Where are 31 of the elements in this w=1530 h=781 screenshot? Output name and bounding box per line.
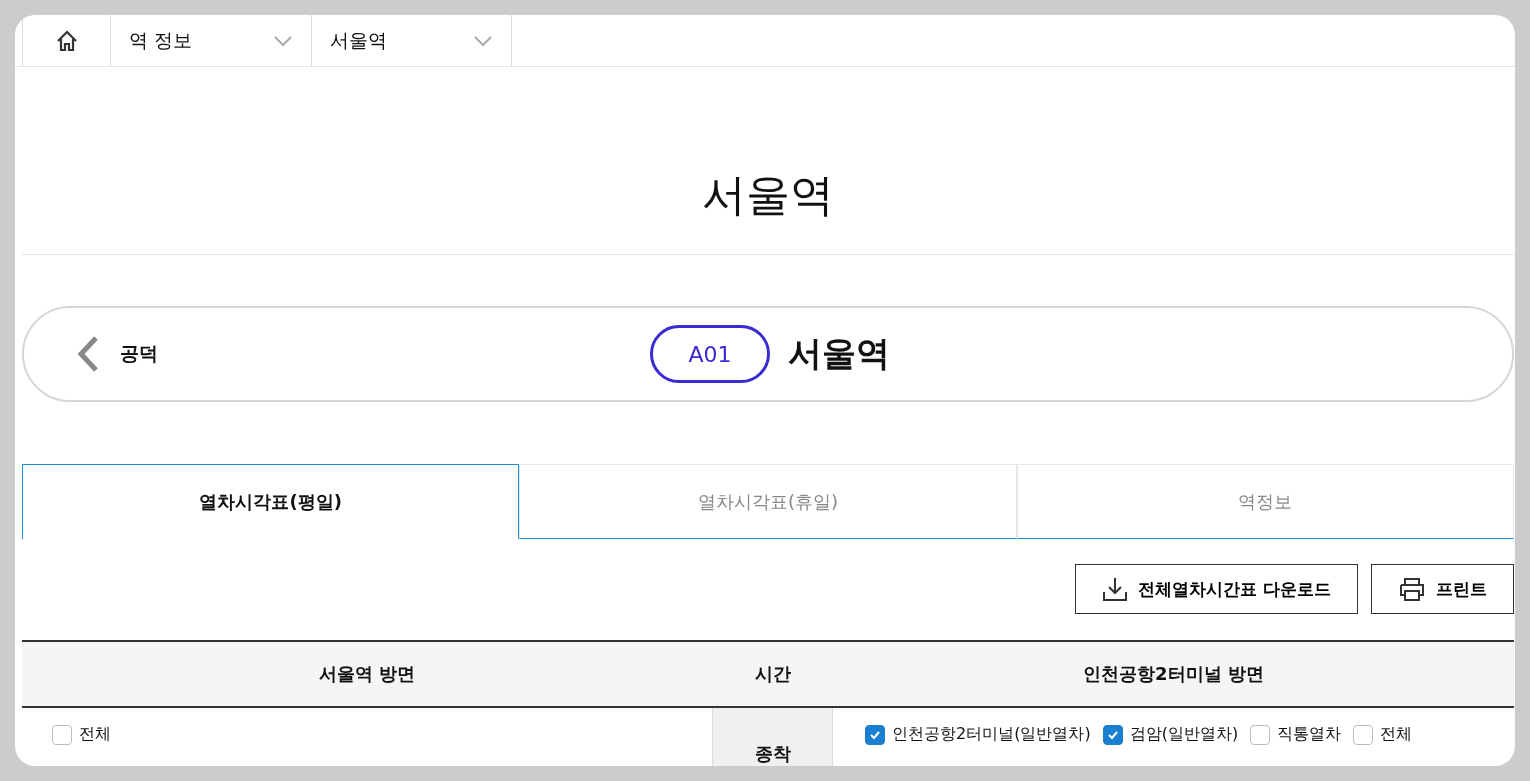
- chevron-left-icon: [76, 335, 100, 373]
- download-button[interactable]: 전체열차시간표 다운로드: [1075, 564, 1358, 614]
- page-title: 서울역: [701, 168, 835, 222]
- checkbox[interactable]: [1250, 724, 1271, 745]
- checkbox-label: 전체: [79, 724, 111, 745]
- checkbox-label: 전체: [1380, 724, 1413, 745]
- checkbox[interactable]: [1353, 724, 1374, 745]
- time-cell: 종착: [754, 742, 791, 766]
- checkbox-label: 인천공항2터미널(일반열차): [892, 724, 1091, 745]
- print-button[interactable]: 프린트: [1371, 564, 1514, 614]
- station-code-badge: A01: [650, 325, 770, 383]
- printer-icon: [1398, 577, 1426, 601]
- tab[interactable]: 열차시각표(휴일): [519, 464, 1017, 539]
- chevron-down-icon: [273, 35, 293, 47]
- download-icon: [1102, 576, 1129, 602]
- column-header: 시간: [753, 662, 792, 686]
- previous-station-link[interactable]: 공덕: [24, 335, 158, 373]
- checkbox[interactable]: [1102, 724, 1123, 745]
- checkbox-label: 검암(일반열차): [1129, 724, 1239, 745]
- chevron-down-icon: [473, 35, 493, 47]
- column-header: 인천공항2터미널 방면: [1082, 662, 1265, 686]
- tab[interactable]: 역정보: [1016, 464, 1514, 539]
- station-name: 서울역: [788, 332, 890, 375]
- column-header: 서울역 방면: [317, 662, 417, 686]
- tab[interactable]: 열차시각표(평일): [22, 464, 520, 539]
- checkbox[interactable]: [52, 724, 72, 745]
- breadcrumb-dropdown[interactable]: 역 정보: [110, 15, 311, 67]
- checkbox[interactable]: [865, 724, 885, 745]
- breadcrumb-dropdown[interactable]: 서울역: [311, 15, 512, 67]
- checkbox-label: 직통열차: [1277, 724, 1342, 745]
- home-icon: [55, 30, 78, 52]
